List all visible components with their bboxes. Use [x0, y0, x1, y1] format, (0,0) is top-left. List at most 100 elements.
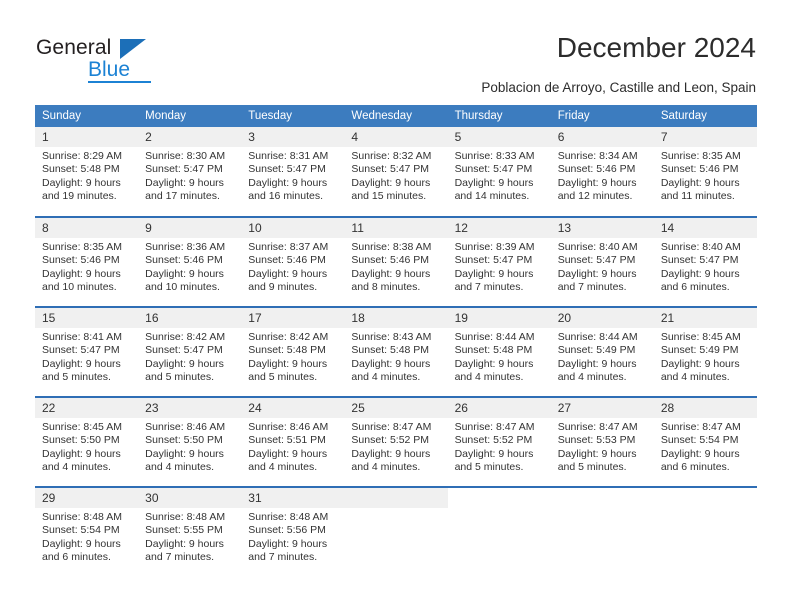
day-sunset-line: Sunset: 5:46 PM — [660, 163, 739, 176]
day-daylight-line: and 4 minutes. — [42, 461, 111, 474]
day-sunrise-line: Sunrise: 8:48 AM — [145, 511, 226, 523]
page-header: General Blue December 2024 Poblacion de … — [0, 0, 792, 100]
day-details: Sunrise: 8:46 AM Sunset: 5:50 PM Daylight:… — [138, 418, 241, 475]
day-daylight-line: Daylight: 9 hours — [454, 176, 534, 189]
day-sunrise-line: Sunrise: 8:38 AM — [351, 241, 432, 253]
day-cell-9[interactable]: 9 Sunrise: 8:36 AM Sunset: 5:46 PM Daylight… — [138, 216, 242, 307]
day-daylight-line: Daylight: 9 hours — [660, 357, 740, 370]
day-sunrise-line: Sunrise: 8:29 AM — [42, 150, 122, 162]
day-daylight-line: Daylight: 9 hours — [42, 447, 121, 460]
day-cell-5[interactable]: 5 Sunrise: 8:33 AM Sunset: 5:47 PM Daylight… — [447, 127, 551, 217]
day-daylight-line: Daylight: 9 hours — [454, 357, 534, 370]
calendar-week-row: 29 Sunrise: 8:48 AM Sunset: 5:54 PM Dayligh… — [35, 486, 757, 577]
day-details: Sunrise: 8:44 AM Sunset: 5:48 PM Daylight:… — [448, 328, 551, 385]
day-details: Sunrise: 8:33 AM Sunset: 5:47 PM Daylight:… — [448, 147, 551, 204]
weekday-header-friday: Friday — [550, 105, 654, 127]
day-daylight-line: and 10 minutes. — [145, 281, 220, 294]
day-cell-8[interactable]: 8 Sunrise: 8:35 AM Sunset: 5:46 PM Daylight… — [35, 216, 139, 307]
day-daylight-line: Daylight: 9 hours — [248, 176, 328, 189]
day-cell-12[interactable]: 12 Sunrise: 8:39 AM Sunset: 5:47 PM Dayligh… — [447, 216, 551, 307]
general-blue-logo[interactable]: General Blue — [36, 36, 206, 88]
day-number: 16 — [138, 308, 242, 328]
day-sunset-line: Sunset: 5:47 PM — [42, 344, 120, 357]
day-sunset-line: Sunset: 5:49 PM — [557, 344, 636, 357]
day-cell-30[interactable]: 30 Sunrise: 8:48 AM Sunset: 5:55 PM Dayligh… — [138, 486, 242, 577]
weekday-header-tuesday: Tuesday — [241, 105, 345, 127]
day-details: Sunrise: 8:40 AM Sunset: 5:47 PM Daylight:… — [551, 238, 654, 295]
day-cell-4[interactable]: 4 Sunrise: 8:32 AM Sunset: 5:47 PM Daylight… — [344, 127, 448, 217]
day-cell-13[interactable]: 13 Sunrise: 8:40 AM Sunset: 5:47 PM Dayligh… — [550, 216, 654, 307]
day-details — [448, 508, 551, 511]
day-cell-18[interactable]: 18 Sunrise: 8:43 AM Sunset: 5:48 PM Dayligh… — [344, 306, 448, 397]
day-number: 13 — [550, 218, 654, 238]
day-cell-25[interactable]: 25 Sunrise: 8:47 AM Sunset: 5:52 PM Dayligh… — [344, 396, 448, 487]
day-cell-10[interactable]: 10 Sunrise: 8:37 AM Sunset: 5:46 PM Dayligh… — [241, 216, 345, 307]
day-cell-28[interactable]: 28 Sunrise: 8:47 AM Sunset: 5:54 PM Dayligh… — [653, 396, 757, 487]
day-details — [344, 508, 447, 511]
day-sunset-line: Sunset: 5:48 PM — [42, 163, 120, 176]
day-daylight-line: Daylight: 9 hours — [351, 176, 431, 189]
day-cell-27[interactable]: 27 Sunrise: 8:47 AM Sunset: 5:53 PM Dayligh… — [550, 396, 654, 487]
day-details: Sunrise: 8:39 AM Sunset: 5:47 PM Daylight:… — [448, 238, 551, 295]
day-cell-20[interactable]: 20 Sunrise: 8:44 AM Sunset: 5:49 PM Dayligh… — [550, 306, 654, 397]
day-cell-11[interactable]: 11 Sunrise: 8:38 AM Sunset: 5:46 PM Dayligh… — [344, 216, 448, 307]
day-cell-1[interactable]: 1 Sunrise: 8:29 AM Sunset: 5:48 PM Daylight… — [35, 127, 139, 217]
day-cell-19[interactable]: 19 Sunrise: 8:44 AM Sunset: 5:48 PM Dayligh… — [447, 306, 551, 397]
day-sunrise-line: Sunrise: 8:46 AM — [248, 421, 329, 433]
day-cell-21[interactable]: 21 Sunrise: 8:45 AM Sunset: 5:49 PM Dayligh… — [653, 306, 757, 397]
day-cell-31[interactable]: 31 Sunrise: 8:48 AM Sunset: 5:56 PM Dayligh… — [241, 486, 345, 577]
day-cell-6[interactable]: 6 Sunrise: 8:34 AM Sunset: 5:46 PM Daylight… — [550, 127, 654, 217]
day-details: Sunrise: 8:40 AM Sunset: 5:47 PM Daylight:… — [654, 238, 757, 295]
day-details: Sunrise: 8:47 AM Sunset: 5:53 PM Daylight:… — [551, 418, 654, 475]
day-sunrise-line: Sunrise: 8:44 AM — [557, 331, 638, 343]
day-details: Sunrise: 8:48 AM Sunset: 5:54 PM Daylight:… — [35, 508, 138, 565]
calendar-page: General Blue December 2024 Poblacion de … — [0, 0, 792, 612]
day-number: 27 — [550, 398, 654, 418]
day-sunrise-line: Sunrise: 8:39 AM — [454, 241, 535, 253]
day-daylight-line: Daylight: 9 hours — [351, 447, 431, 460]
day-details: Sunrise: 8:30 AM Sunset: 5:47 PM Daylight:… — [138, 147, 241, 204]
day-number: 23 — [138, 398, 242, 418]
day-cell-15[interactable]: 15 Sunrise: 8:41 AM Sunset: 5:47 PM Dayligh… — [35, 306, 139, 397]
day-details: Sunrise: 8:37 AM Sunset: 5:46 PM Daylight:… — [241, 238, 344, 295]
day-daylight-line: and 5 minutes. — [454, 461, 524, 474]
day-cell-26[interactable]: 26 Sunrise: 8:47 AM Sunset: 5:52 PM Dayligh… — [447, 396, 551, 487]
day-sunrise-line: Sunrise: 8:30 AM — [145, 150, 226, 162]
day-sunset-line: Sunset: 5:48 PM — [351, 344, 430, 357]
day-sunrise-line: Sunrise: 8:37 AM — [248, 241, 329, 253]
day-details — [654, 508, 757, 511]
day-sunrise-line: Sunrise: 8:40 AM — [557, 241, 638, 253]
day-number — [654, 488, 757, 508]
day-details: Sunrise: 8:32 AM Sunset: 5:47 PM Daylight:… — [344, 147, 447, 204]
day-cell-16[interactable]: 16 Sunrise: 8:42 AM Sunset: 5:47 PM Dayligh… — [138, 306, 242, 397]
day-daylight-line: and 12 minutes. — [557, 190, 633, 203]
day-daylight-line: and 15 minutes. — [351, 190, 427, 203]
day-cell-14[interactable]: 14 Sunrise: 8:40 AM Sunset: 5:47 PM Dayligh… — [653, 216, 757, 307]
day-cell-23[interactable]: 23 Sunrise: 8:46 AM Sunset: 5:50 PM Dayligh… — [138, 396, 242, 487]
day-number: 4 — [344, 127, 448, 147]
calendar-week-row: 8 Sunrise: 8:35 AM Sunset: 5:46 PM Daylight… — [35, 216, 757, 307]
day-daylight-line: Daylight: 9 hours — [660, 447, 740, 460]
day-daylight-line: Daylight: 9 hours — [145, 176, 224, 189]
day-sunrise-line: Sunrise: 8:36 AM — [145, 241, 226, 253]
day-cell-22[interactable]: 22 Sunrise: 8:45 AM Sunset: 5:50 PM Dayligh… — [35, 396, 139, 487]
day-daylight-line: and 4 minutes. — [145, 461, 215, 474]
weekday-header-sunday: Sunday — [35, 105, 139, 127]
day-cell-empty — [344, 486, 448, 577]
day-number — [344, 488, 448, 508]
day-number: 5 — [447, 127, 551, 147]
day-number: 28 — [653, 398, 757, 418]
day-cell-3[interactable]: 3 Sunrise: 8:31 AM Sunset: 5:47 PM Daylight… — [241, 127, 345, 217]
day-cell-7[interactable]: 7 Sunrise: 8:35 AM Sunset: 5:46 PM Daylight… — [653, 127, 757, 217]
day-cell-29[interactable]: 29 Sunrise: 8:48 AM Sunset: 5:54 PM Dayligh… — [35, 486, 139, 577]
day-cell-empty — [653, 486, 757, 577]
day-number: 15 — [35, 308, 139, 328]
day-cell-24[interactable]: 24 Sunrise: 8:46 AM Sunset: 5:51 PM Dayligh… — [241, 396, 345, 487]
day-number: 1 — [35, 127, 139, 147]
day-cell-17[interactable]: 17 Sunrise: 8:42 AM Sunset: 5:48 PM Dayligh… — [241, 306, 345, 397]
day-sunrise-line: Sunrise: 8:47 AM — [557, 421, 638, 433]
day-sunrise-line: Sunrise: 8:44 AM — [454, 331, 535, 343]
day-daylight-line: Daylight: 9 hours — [557, 357, 637, 370]
day-sunrise-line: Sunrise: 8:42 AM — [248, 331, 329, 343]
day-cell-2[interactable]: 2 Sunrise: 8:30 AM Sunset: 5:47 PM Daylight… — [138, 127, 242, 217]
